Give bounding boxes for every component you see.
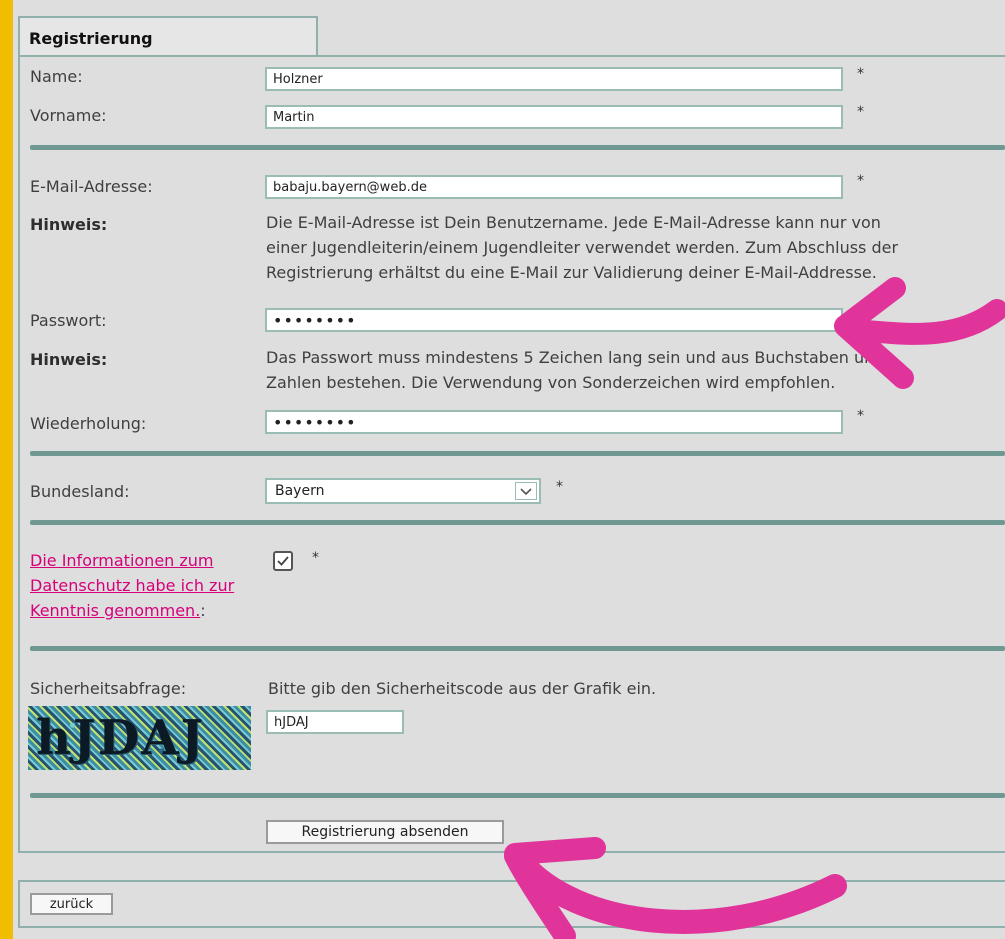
required-marker: * xyxy=(857,66,864,82)
email-hint-text: Die E-Mail-Adresse ist Dein Benutzername… xyxy=(266,210,898,285)
required-marker: * xyxy=(857,104,864,120)
submit-registration-button[interactable]: Registrierung absenden xyxy=(266,820,504,844)
back-button[interactable]: zurück xyxy=(30,893,113,915)
hint-label: Hinweis: xyxy=(30,215,108,234)
hint-label: Hinweis: xyxy=(30,350,108,369)
name-field[interactable] xyxy=(265,67,843,91)
email-field[interactable] xyxy=(265,175,843,199)
hint-line: Zahlen bestehen. Die Verwendung von Sond… xyxy=(266,373,836,392)
hint-line: Registrierung erhältst du eine E-Mail zu… xyxy=(266,263,877,282)
email-label: E-Mail-Adresse: xyxy=(30,177,153,196)
state-select-value: Bayern xyxy=(275,483,325,499)
divider xyxy=(30,520,1005,525)
divider xyxy=(30,145,1005,150)
captcha-image-text: hJDAJ xyxy=(36,710,206,766)
privacy-suffix: : xyxy=(200,601,206,620)
required-marker: * xyxy=(312,550,319,566)
hint-line: Das Passwort muss mindestens 5 Zeichen l… xyxy=(266,348,885,367)
vorname-label: Vorname: xyxy=(30,106,107,125)
password-label: Passwort: xyxy=(30,311,107,330)
divider xyxy=(30,646,1005,651)
captcha-instruction: Bitte gib den Sicherheitscode aus der Gr… xyxy=(268,679,657,698)
required-marker: * xyxy=(857,408,864,424)
divider xyxy=(30,451,1005,456)
password-hint-text: Das Passwort muss mindestens 5 Zeichen l… xyxy=(266,345,884,395)
divider xyxy=(30,793,1005,798)
hint-line: Die E-Mail-Adresse ist Dein Benutzername… xyxy=(266,213,881,232)
captcha-field[interactable] xyxy=(266,710,404,734)
repeat-label: Wiederholung: xyxy=(30,414,147,433)
arrow-icon xyxy=(834,277,1005,389)
state-label: Bundesland: xyxy=(30,482,130,501)
required-marker: * xyxy=(857,173,864,189)
arrow-icon xyxy=(504,837,847,939)
hint-line: einer Jugendleiterin/einem Jugendleiter … xyxy=(266,238,899,257)
captcha-image: hJDAJ xyxy=(28,706,251,770)
password-repeat-field[interactable] xyxy=(265,410,843,434)
state-select[interactable]: Bayern xyxy=(265,478,541,504)
vorname-field[interactable] xyxy=(265,105,843,129)
tab-registrierung: Registrierung xyxy=(18,16,318,56)
captcha-label: Sicherheitsabfrage: xyxy=(30,679,187,698)
password-field[interactable] xyxy=(265,308,843,332)
check-icon xyxy=(277,556,289,566)
privacy-checkbox[interactable] xyxy=(273,551,293,571)
required-marker: * xyxy=(556,479,563,495)
name-label: Name: xyxy=(30,67,83,86)
chevron-down-icon[interactable] xyxy=(515,482,537,500)
page-title: Registrierung xyxy=(29,29,153,48)
privacy-label: Die Informationen zum Datenschutz habe ic… xyxy=(30,548,234,623)
